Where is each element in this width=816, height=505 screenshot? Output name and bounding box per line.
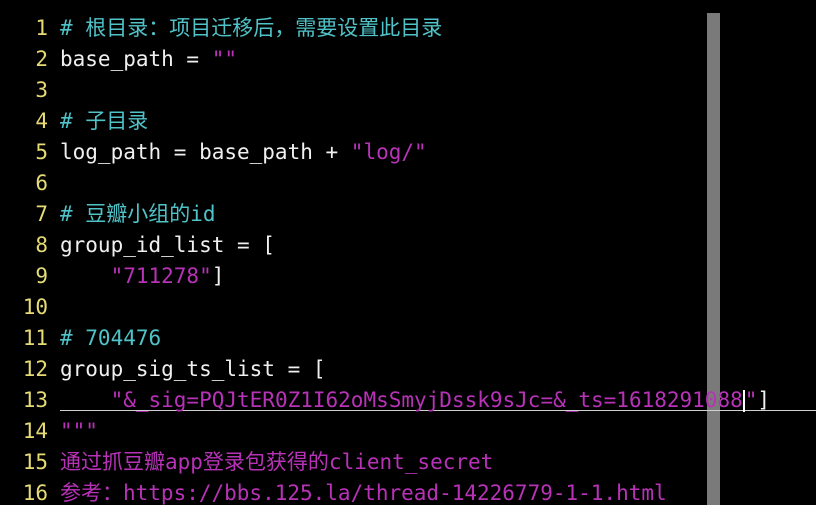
line-number: 9: [35, 264, 48, 288]
code-line[interactable]: 4 # 子目录: [0, 106, 148, 137]
code-line[interactable]: 8 group_id_list = [: [0, 230, 275, 261]
code-comment: # 豆瓣小组的id: [60, 202, 216, 226]
code-string: 通过抓豆瓣app登录包获得的client_secret: [60, 450, 494, 474]
code-string: """: [60, 419, 98, 443]
line-number: 5: [35, 140, 48, 164]
code-line[interactable]: 12 group_sig_ts_list = [: [0, 354, 326, 385]
code-comment: # 子目录: [60, 109, 149, 133]
line-number: 13: [22, 388, 48, 412]
code-line[interactable]: 11 # 704476: [0, 323, 161, 354]
code-string: "": [211, 47, 238, 71]
code-string: 参考：https://bbs.125.la/thread-14226779-1-…: [60, 481, 667, 505]
code-text: ]: [211, 264, 225, 288]
line-number: 16: [22, 481, 48, 505]
code-text: log_path = base_path +: [60, 140, 351, 164]
color-column: [707, 13, 720, 505]
code-comment: # 704476: [60, 326, 162, 350]
line-number: 10: [22, 295, 48, 319]
code-line[interactable]: 1 # 根目录：项目迁移后，需要设置此目录: [0, 13, 442, 44]
code-line[interactable]: 5 log_path = base_path + "log/": [0, 137, 427, 168]
line-number: 4: [35, 109, 48, 133]
line-number: 11: [22, 326, 48, 350]
line-number: 12: [22, 357, 48, 381]
line-number: 15: [22, 450, 48, 474]
code-string: ": [744, 388, 758, 412]
code-text: group_id_list = [: [60, 233, 275, 257]
line-number: 1: [35, 16, 48, 40]
code-line[interactable]: 2 base_path = "": [0, 44, 237, 75]
code-line[interactable]: 6: [0, 168, 60, 199]
line-number: 14: [22, 419, 48, 443]
code-line[interactable]: 15 通过抓豆瓣app登录包获得的client_secret: [0, 447, 494, 478]
line-number: 7: [35, 202, 48, 226]
line-number: 3: [35, 78, 48, 102]
code-string: "&_sig=PQJtER0Z1I62oMsSmyjDssk9sJc=&_ts=…: [110, 388, 743, 412]
line-number: 6: [35, 171, 48, 195]
code-line[interactable]: 13 "&_sig=PQJtER0Z1I62oMsSmyjDssk9sJc=&_…: [0, 385, 770, 416]
code-line[interactable]: 9 "711278"]: [0, 261, 224, 292]
code-text: group_sig_ts_list = [: [60, 357, 326, 381]
code-editor[interactable]: 1 # 根目录：项目迁移后，需要设置此目录 2 base_path = "" 3 4 # 子…: [0, 0, 816, 505]
code-comment: # 根目录：项目迁移后，需要设置此目录: [60, 16, 443, 40]
code-string: "log/": [350, 140, 427, 164]
code-line[interactable]: 3: [0, 75, 60, 106]
code-text: base_path =: [60, 47, 212, 71]
code-text: ]: [757, 388, 771, 412]
code-string: "711278": [110, 264, 212, 288]
code-line[interactable]: 10: [0, 292, 60, 323]
code-line[interactable]: 16 参考：https://bbs.125.la/thread-14226779-…: [0, 478, 667, 505]
code-line[interactable]: 14 """: [0, 416, 98, 447]
line-number: 8: [35, 233, 48, 257]
code-line[interactable]: 7 # 豆瓣小组的id: [0, 199, 216, 230]
line-number: 2: [35, 47, 48, 71]
